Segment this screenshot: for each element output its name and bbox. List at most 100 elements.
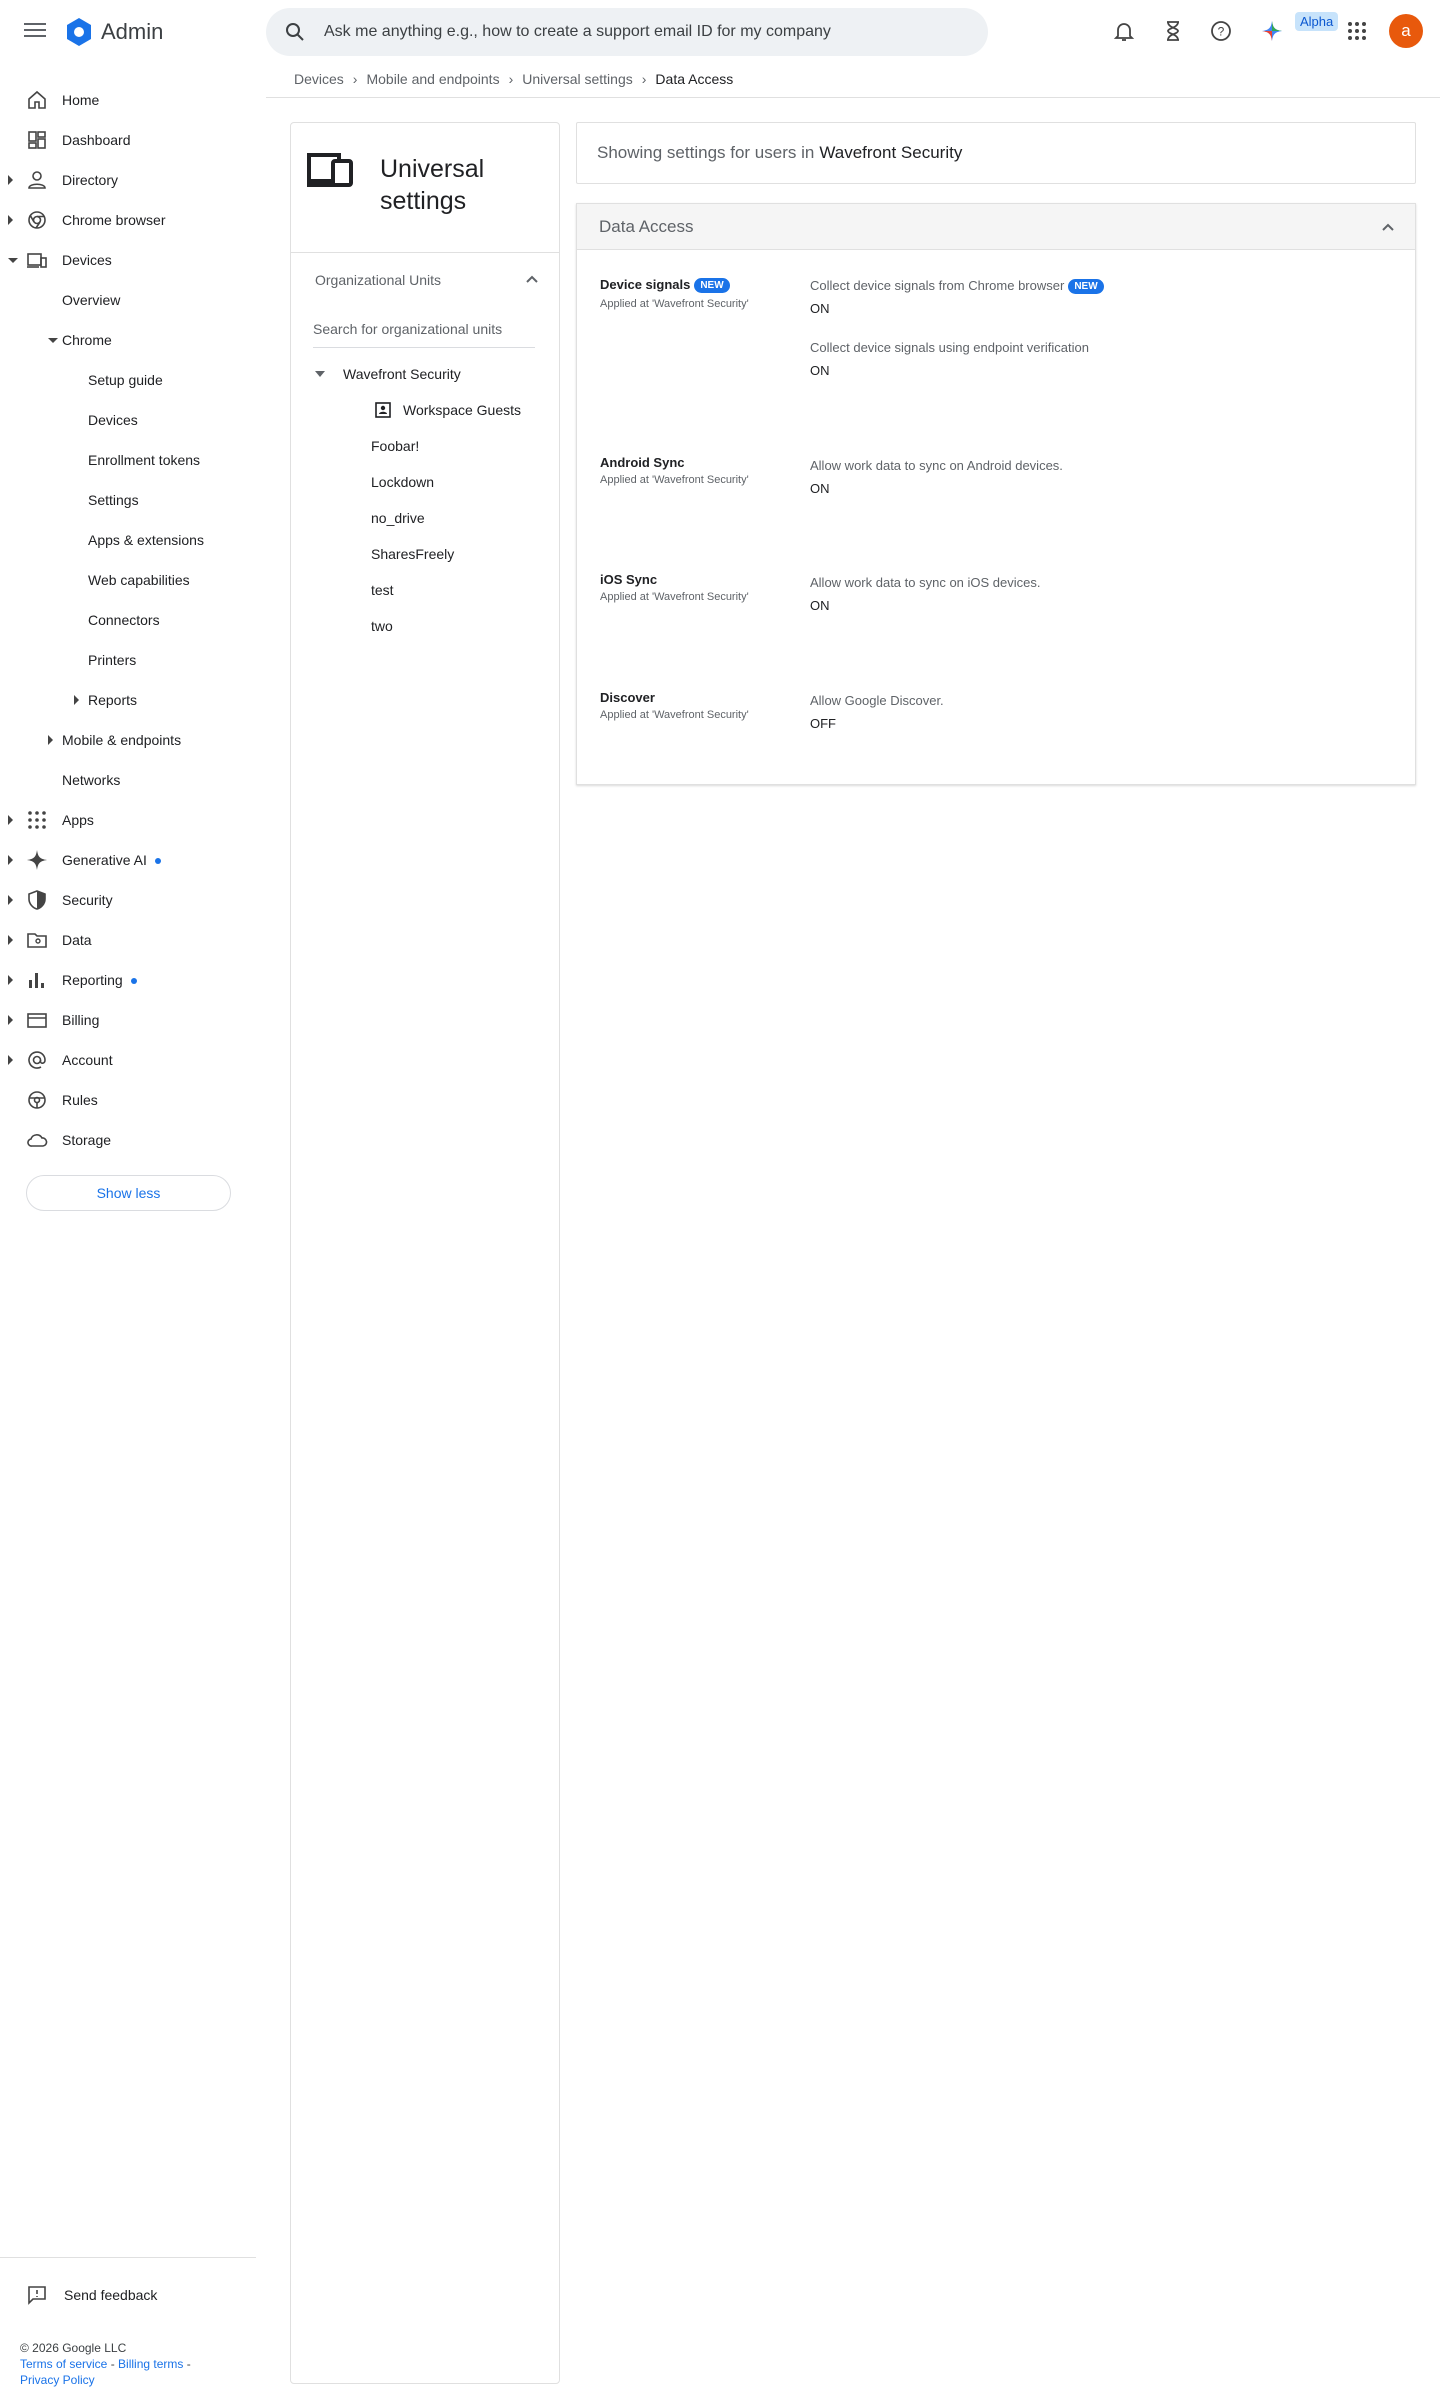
show-less-button[interactable]: Show less: [26, 1175, 231, 1211]
expand-arrow-icon[interactable]: [8, 935, 13, 945]
sidebar-item-apps[interactable]: Apps: [0, 802, 250, 838]
ou-root-item[interactable]: Wavefront Security: [343, 366, 461, 382]
sidebar-label: Account: [62, 1052, 113, 1068]
sidebar-label: Devices: [88, 412, 138, 428]
sidebar-item-directory[interactable]: Directory: [0, 162, 250, 198]
sidebar-label: Reports: [88, 692, 138, 708]
breadcrumb-devices[interactable]: Devices: [294, 71, 344, 87]
help-icon[interactable]: ?: [1209, 19, 1233, 43]
ou-search-input[interactable]: Search for organizational units: [313, 321, 535, 348]
setting-value[interactable]: ON: [810, 363, 830, 378]
expand-arrow-icon[interactable]: [8, 895, 13, 905]
main-menu-icon[interactable]: [24, 20, 46, 42]
ou-item[interactable]: test: [371, 582, 394, 598]
sidebar-item-home[interactable]: Home: [0, 82, 250, 118]
sidebar-item-apps-extensions[interactable]: Apps & extensions: [26, 522, 250, 558]
card-header[interactable]: Data Access: [577, 204, 1415, 250]
chevron-up-icon[interactable]: [523, 271, 541, 289]
hourglass-icon[interactable]: [1161, 19, 1185, 43]
sidebar-label-text: Generative AI: [62, 852, 147, 868]
sidebar-label: Printers: [88, 652, 137, 668]
footer: © 2026 Google LLC Terms of service - Bil…: [20, 2340, 191, 2388]
sidebar-item-printers[interactable]: Printers: [26, 642, 250, 678]
expand-arrow-icon[interactable]: [8, 1055, 13, 1065]
setting-ios-sync[interactable]: iOS Sync: [600, 572, 657, 587]
setting-android-sync[interactable]: Android Sync: [600, 455, 685, 470]
sidebar-item-setup-guide[interactable]: Setup guide: [26, 362, 250, 398]
collapse-arrow-icon[interactable]: [48, 337, 58, 343]
apps-launcher-icon[interactable]: [1345, 19, 1369, 43]
showing-prefix: Showing settings for users in: [597, 143, 815, 162]
sidebar-item-generative-ai[interactable]: Generative AI: [0, 842, 250, 878]
sidebar-item-data[interactable]: Data: [0, 922, 250, 958]
sidebar-item-reports[interactable]: Reports: [26, 682, 250, 718]
setting-description: Collect device signals using endpoint ve…: [810, 340, 1089, 355]
setting-discover[interactable]: Discover: [600, 690, 655, 705]
search-bar[interactable]: Ask me anything e.g., how to create a su…: [266, 8, 988, 56]
bell-icon[interactable]: [1112, 19, 1136, 43]
sidebar-item-devices[interactable]: Devices: [0, 242, 250, 278]
footer-separator: -: [107, 2357, 119, 2371]
collapse-arrow-icon[interactable]: [8, 257, 18, 263]
billing-terms-link[interactable]: Billing terms: [118, 2357, 183, 2371]
send-feedback-button[interactable]: Send feedback: [26, 2284, 157, 2306]
avatar[interactable]: a: [1389, 14, 1423, 48]
dashboard-icon: [28, 131, 46, 149]
search-input[interactable]: Ask me anything e.g., how to create a su…: [324, 23, 831, 41]
sidebar-item-connectors[interactable]: Connectors: [26, 602, 250, 638]
at-icon: [28, 1051, 46, 1069]
sidebar-label: Storage: [62, 1132, 112, 1148]
sidebar-item-overview[interactable]: Overview: [0, 282, 250, 318]
breadcrumb-mobile-endpoints[interactable]: Mobile and endpoints: [366, 71, 499, 87]
ou-item[interactable]: Lockdown: [371, 474, 434, 490]
expand-arrow-icon[interactable]: [74, 695, 79, 705]
sidebar-item-rules[interactable]: Rules: [0, 1082, 250, 1118]
expand-arrow-icon[interactable]: [8, 855, 13, 865]
sidebar-item-web-capabilities[interactable]: Web capabilities: [26, 562, 250, 598]
sidebar-item-security[interactable]: Security: [0, 882, 250, 918]
gemini-sparkle-icon[interactable]: [1260, 19, 1284, 43]
sidebar-item-networks[interactable]: Networks: [0, 762, 250, 798]
setting-device-signals[interactable]: Device signals NEW: [600, 277, 730, 293]
sidebar-item-chrome-browser[interactable]: Chrome browser: [0, 202, 250, 238]
ou-item[interactable]: Foobar!: [371, 438, 419, 454]
sidebar-item-account[interactable]: Account: [0, 1042, 250, 1078]
admin-logo[interactable]: Admin: [64, 17, 163, 47]
privacy-link[interactable]: Privacy Policy: [20, 2373, 95, 2387]
expand-arrow-icon[interactable]: [8, 215, 13, 225]
home-icon: [28, 90, 46, 109]
sidebar-item-chrome[interactable]: Chrome: [0, 322, 250, 358]
setting-value[interactable]: OFF: [810, 716, 836, 731]
expand-arrow-icon[interactable]: [8, 815, 13, 825]
ou-item[interactable]: SharesFreely: [371, 546, 454, 562]
sidebar-item-billing[interactable]: Billing: [0, 1002, 250, 1038]
ou-item[interactable]: two: [371, 618, 393, 634]
collapse-arrow-icon[interactable]: [315, 371, 325, 377]
sidebar-item-settings[interactable]: Settings: [26, 482, 250, 518]
breadcrumb-universal-settings[interactable]: Universal settings: [522, 71, 633, 87]
sidebar-item-reporting[interactable]: Reporting: [0, 962, 250, 998]
setting-value[interactable]: ON: [810, 481, 830, 496]
ou-item-workspace-guests[interactable]: Workspace Guests: [375, 402, 521, 418]
ou-item[interactable]: no_drive: [371, 510, 425, 526]
setting-value[interactable]: ON: [810, 598, 830, 613]
chevron-up-icon[interactable]: [1379, 219, 1397, 237]
expand-arrow-icon[interactable]: [8, 175, 13, 185]
card-title: Data Access: [599, 217, 694, 236]
setting-value[interactable]: ON: [810, 301, 830, 316]
admin-hexagon-icon: [67, 18, 91, 46]
expand-arrow-icon[interactable]: [48, 735, 53, 745]
guest-badge-icon: [375, 402, 391, 418]
sidebar-label: Reporting: [62, 972, 137, 988]
divider: [266, 97, 1440, 98]
terms-link[interactable]: Terms of service: [20, 2357, 107, 2371]
sidebar-item-storage[interactable]: Storage: [0, 1122, 250, 1158]
cloud-icon: [27, 1134, 48, 1147]
expand-arrow-icon[interactable]: [8, 1015, 13, 1025]
expand-arrow-icon[interactable]: [8, 975, 13, 985]
sidebar-item-chrome-devices[interactable]: Devices: [26, 402, 250, 438]
steering-icon: [28, 1091, 46, 1109]
sidebar-item-enrollment-tokens[interactable]: Enrollment tokens: [26, 442, 250, 478]
sidebar-item-dashboard[interactable]: Dashboard: [0, 122, 250, 158]
sidebar-item-mobile-endpoints[interactable]: Mobile & endpoints: [0, 722, 250, 758]
